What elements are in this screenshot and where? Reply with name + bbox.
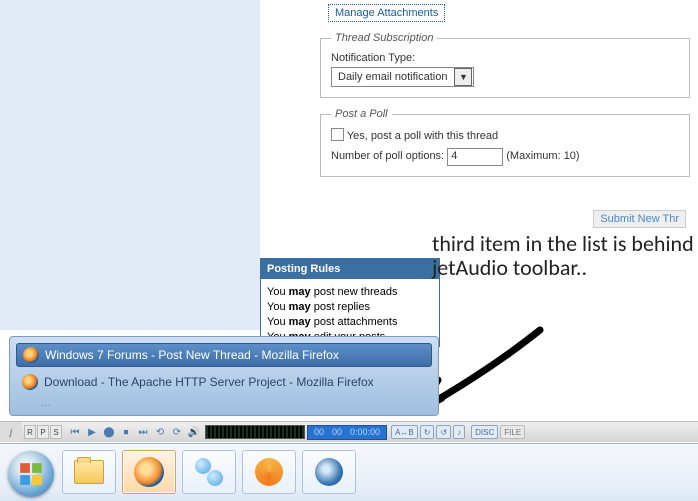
subscription-legend: Thread Subscription	[331, 32, 437, 44]
poll-checkbox-label: Yes, post a poll with this thread	[347, 130, 498, 142]
windows-logo-icon	[18, 461, 44, 487]
poll-num-label: Number of poll options:	[331, 150, 444, 162]
jet-mode-button[interactable]: S	[50, 425, 62, 439]
preview-item[interactable]: Download - The Apache HTTP Server Projec…	[16, 371, 432, 393]
notification-select[interactable]: Daily email notification ▼	[331, 67, 474, 87]
jet-time-c: 0:00:00	[350, 427, 380, 437]
stop-icon[interactable]: ⏹	[119, 425, 133, 439]
start-button[interactable]	[8, 451, 54, 497]
notification-type-label: Notification Type:	[331, 52, 679, 64]
posting-rules-header: Posting Rules	[261, 259, 439, 279]
submit-new-thread-button[interactable]: Submit New Thr	[593, 210, 686, 228]
jet-disc-button[interactable]: DISC	[471, 425, 498, 439]
play-icon[interactable]: ▶	[85, 425, 99, 439]
skype-icon	[195, 458, 223, 486]
jet-option-button[interactable]: ↻	[420, 425, 435, 439]
jet-option-button[interactable]: ↺	[436, 425, 451, 439]
prev-icon[interactable]: ⏮	[68, 425, 82, 439]
taskbar-firefox[interactable]	[122, 450, 176, 494]
jetaudio-toolbar[interactable]: j RPS ⏮ ▶ ⬤ ⏹ ⏭ ⟲ ⟳ 🔊 00 00 0:00:00 A↔B↻…	[0, 421, 698, 442]
folder-icon	[74, 460, 104, 484]
preview-item-hidden: …	[16, 397, 432, 409]
poll-max-label: (Maximum: 10)	[506, 150, 579, 162]
preview-item-title: Windows 7 Forums - Post New Thread - Moz…	[45, 348, 339, 362]
jet-mode-button[interactable]: R	[24, 425, 36, 439]
post-a-poll-fieldset: Post a Poll Yes, post a poll with this t…	[320, 108, 690, 177]
taskbar-skype[interactable]	[182, 450, 236, 494]
taskbar-jetaudio[interactable]	[242, 450, 296, 494]
jetaudio-logo-icon[interactable]: j	[0, 422, 22, 442]
jet-time-b: 00	[332, 427, 342, 437]
jetaudio-icon	[255, 458, 283, 486]
notification-select-value: Daily email notification	[332, 69, 453, 85]
rules-line: You may post new threads	[267, 285, 433, 300]
jet-file-button[interactable]: FILE	[500, 425, 525, 439]
preview-item-title: Download - The Apache HTTP Server Projec…	[44, 375, 374, 389]
chevron-down-icon[interactable]: ▼	[454, 68, 472, 86]
thunderbird-icon	[315, 458, 343, 486]
volume-icon[interactable]: 🔊	[187, 425, 201, 439]
taskbar-thunderbird[interactable]	[302, 450, 356, 494]
record-icon[interactable]: ⬤	[102, 425, 116, 439]
firefox-icon	[23, 347, 39, 363]
firefox-icon	[134, 457, 164, 487]
taskbar-explorer[interactable]	[62, 450, 116, 494]
annotation-text: third item in the list is behind jetAudi…	[432, 232, 698, 280]
jet-mode-button[interactable]: P	[37, 425, 49, 439]
rules-line: You may post replies	[267, 300, 433, 315]
jetaudio-equalizer-display	[205, 425, 305, 439]
forum-sidebar	[0, 0, 260, 330]
jet-option-button[interactable]: A↔B	[391, 425, 418, 439]
manage-attachments-link[interactable]: Manage Attachments	[328, 4, 445, 22]
poll-legend: Post a Poll	[331, 108, 392, 120]
jet-option-button[interactable]: ♪	[453, 425, 465, 439]
poll-num-input[interactable]: 4	[447, 148, 503, 166]
forward-icon[interactable]: ⟳	[170, 425, 184, 439]
next-icon[interactable]: ⏭	[136, 425, 150, 439]
windows-taskbar	[0, 443, 698, 501]
firefox-icon	[22, 374, 38, 390]
jet-time-a: 00	[314, 427, 324, 437]
rewind-icon[interactable]: ⟲	[153, 425, 167, 439]
preview-item-active[interactable]: Windows 7 Forums - Post New Thread - Moz…	[16, 343, 432, 367]
taskbar-window-preview: Windows 7 Forums - Post New Thread - Moz…	[9, 336, 439, 416]
jetaudio-time-display: 00 00 0:00:00	[307, 425, 387, 440]
jetaudio-playback-controls: ⏮ ▶ ⬤ ⏹ ⏭ ⟲ ⟳ 🔊	[68, 425, 201, 439]
poll-checkbox[interactable]	[331, 128, 344, 141]
thread-subscription-fieldset: Thread Subscription Notification Type: D…	[320, 32, 690, 98]
forum-form-area: Manage Attachments Thread Subscription N…	[260, 0, 698, 250]
